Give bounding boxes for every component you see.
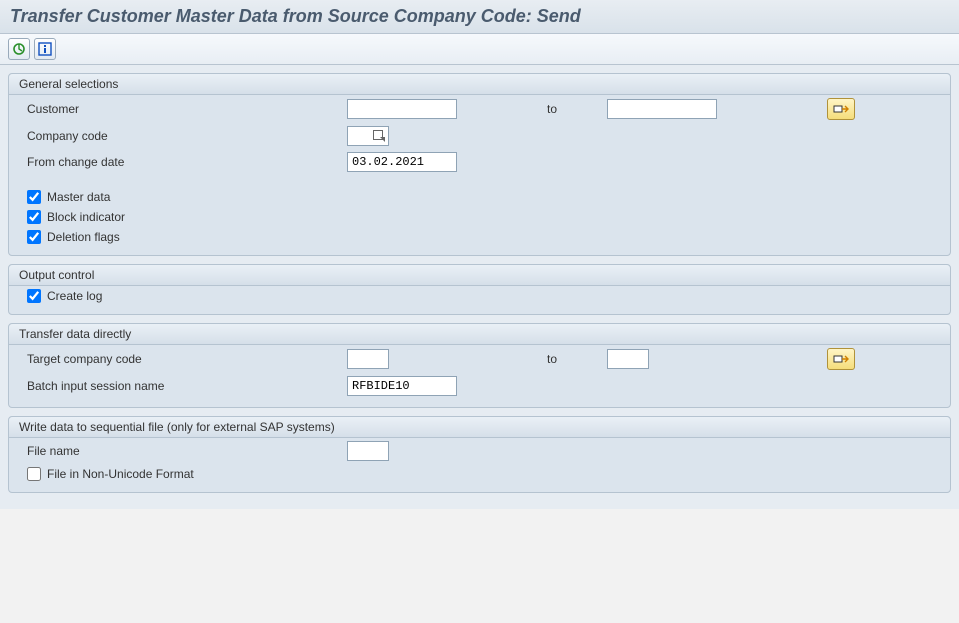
- row-block-indicator: Block indicator: [9, 207, 950, 227]
- from-change-date-label: From change date: [27, 155, 347, 169]
- file-name-label: File name: [27, 444, 347, 458]
- non-unicode-label: File in Non-Unicode Format: [47, 467, 194, 481]
- deletion-flags-label: Deletion flags: [47, 230, 120, 244]
- app-toolbar: [0, 34, 959, 65]
- block-indicator-checkbox[interactable]: [27, 210, 41, 224]
- block-indicator-label: Block indicator: [47, 210, 125, 224]
- customer-label: Customer: [27, 102, 347, 116]
- customer-to-label: to: [547, 102, 597, 116]
- group-general-selections: General selections Customer to Company c…: [8, 73, 951, 256]
- multiselect-icon: [833, 103, 849, 115]
- row-company-code: Company code: [9, 123, 950, 149]
- target-company-code-to-input[interactable]: [607, 349, 649, 369]
- row-batch-session: Batch input session name: [9, 373, 950, 399]
- master-data-checkbox[interactable]: [27, 190, 41, 204]
- row-customer: Customer to: [9, 95, 950, 123]
- content-area: General selections Customer to Company c…: [0, 65, 959, 509]
- batch-session-label: Batch input session name: [27, 379, 347, 393]
- master-data-label: Master data: [47, 190, 110, 204]
- target-company-code-multiselect-button[interactable]: [827, 348, 855, 370]
- from-change-date-input[interactable]: [347, 152, 457, 172]
- batch-session-input[interactable]: [347, 376, 457, 396]
- group-transfer-directly: Transfer data directly Target company co…: [8, 323, 951, 408]
- info-button[interactable]: [34, 38, 56, 60]
- row-deletion-flags: Deletion flags: [9, 227, 950, 247]
- title-bar: Transfer Customer Master Data from Sourc…: [0, 0, 959, 34]
- deletion-flags-checkbox[interactable]: [27, 230, 41, 244]
- group-title-general: General selections: [9, 74, 950, 95]
- row-from-change-date: From change date: [9, 149, 950, 175]
- row-non-unicode: File in Non-Unicode Format: [9, 464, 950, 484]
- customer-to-input[interactable]: [607, 99, 717, 119]
- company-code-label: Company code: [27, 129, 347, 143]
- group-title-output: Output control: [9, 265, 950, 286]
- create-log-label: Create log: [47, 289, 102, 303]
- execute-icon: [12, 42, 26, 56]
- group-output-control: Output control Create log: [8, 264, 951, 315]
- info-icon: [38, 42, 52, 56]
- target-company-code-label: Target company code: [27, 352, 347, 366]
- row-master-data: Master data: [9, 187, 950, 207]
- customer-from-input[interactable]: [347, 99, 457, 119]
- row-create-log: Create log: [9, 286, 950, 306]
- group-title-transfer: Transfer data directly: [9, 324, 950, 345]
- group-sequential-file: Write data to sequential file (only for …: [8, 416, 951, 493]
- row-target-company-code: Target company code to: [9, 345, 950, 373]
- create-log-checkbox[interactable]: [27, 289, 41, 303]
- multiselect-icon: [833, 353, 849, 365]
- page-title: Transfer Customer Master Data from Sourc…: [10, 6, 949, 27]
- group-title-file: Write data to sequential file (only for …: [9, 417, 950, 438]
- target-company-code-from-input[interactable]: [347, 349, 389, 369]
- execute-button[interactable]: [8, 38, 30, 60]
- target-company-code-to-label: to: [547, 352, 597, 366]
- non-unicode-checkbox[interactable]: [27, 467, 41, 481]
- row-file-name: File name: [9, 438, 950, 464]
- file-name-input[interactable]: [347, 441, 389, 461]
- company-code-input[interactable]: [347, 126, 389, 146]
- customer-multiselect-button[interactable]: [827, 98, 855, 120]
